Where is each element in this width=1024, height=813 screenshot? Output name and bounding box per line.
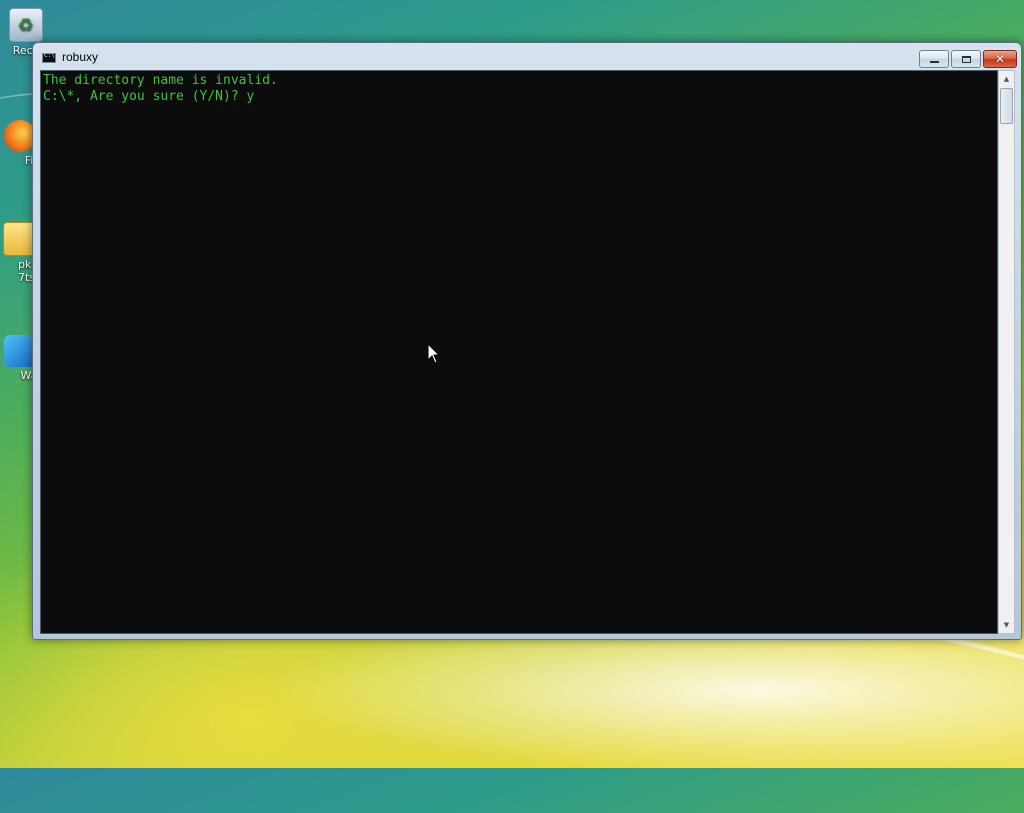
minimize-icon: [929, 61, 939, 63]
scroll-down-button[interactable]: ▼: [999, 617, 1014, 633]
minimize-button[interactable]: [919, 50, 949, 68]
mouse-cursor-icon: [427, 343, 441, 364]
console-output[interactable]: The directory name is invalid. C:\*, Are…: [40, 70, 998, 634]
console-line: C:\*, Are you sure (Y/N)? y: [43, 89, 255, 104]
console-icon: [42, 52, 56, 63]
console-window[interactable]: robuxy ✕ The directory name is invalid. …: [32, 42, 1022, 640]
close-button[interactable]: ✕: [983, 50, 1017, 68]
recycle-bin-icon: ♻: [9, 8, 43, 42]
console-line: The directory name is invalid.: [43, 73, 278, 88]
chevron-down-icon: ▼: [1003, 621, 1010, 629]
window-title: robuxy: [62, 50, 99, 64]
maximize-button[interactable]: [951, 50, 981, 68]
scrollbar-thumb[interactable]: [1000, 88, 1013, 124]
chevron-up-icon: ▲: [1003, 75, 1010, 83]
maximize-icon: [961, 55, 971, 63]
vertical-scrollbar[interactable]: ▲ ▼: [998, 70, 1015, 634]
title-bar[interactable]: robuxy ✕: [33, 43, 1021, 71]
close-icon: ✕: [994, 52, 1006, 66]
scroll-up-button[interactable]: ▲: [999, 71, 1014, 87]
